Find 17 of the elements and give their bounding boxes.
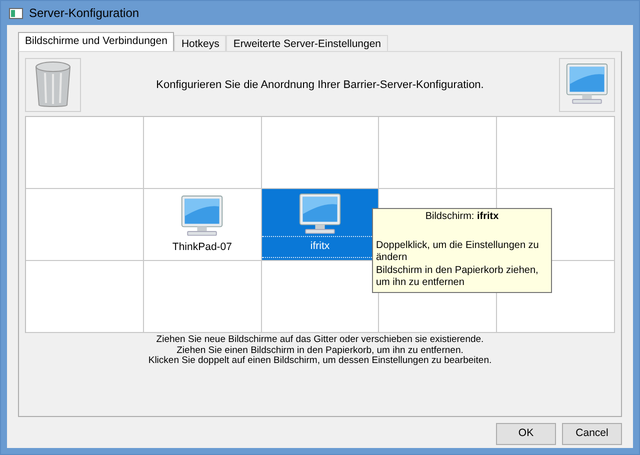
tab[interactable]: Bildschirme und Verbindungen (18, 32, 174, 51)
screen-tile[interactable]: ThinkPad-07 (144, 189, 262, 261)
trash-can-icon (33, 61, 73, 109)
tab[interactable]: Hotkeys (174, 35, 226, 51)
tab[interactable]: Erweiterte Server-Einstellungen (226, 35, 388, 51)
new-screen-button[interactable] (558, 58, 615, 112)
ok-button[interactable]: OK (496, 423, 556, 445)
tooltip-text: Bildschirm in den Papierkorb ziehen, um ihn zu entfernen (376, 264, 540, 290)
header-text: Konfigurieren Sie die Anordnung Ihrer Barrier-Server-Konfiguration. (156, 78, 484, 93)
app-icon (9, 8, 23, 18)
window-title: Server-Konfiguration (29, 5, 140, 22)
tooltip-title: Bildschirm: ifritx (424, 211, 500, 224)
instruction-text: Klicken Sie doppelt auf einen Bildschirm, um dessen Einstellungen zu bearbeiten. (147, 356, 493, 366)
cancel-button[interactable]: Cancel (562, 423, 622, 445)
instruction-text: Ziehen Sie einen Bildschirm in den Papierkorb, um ihn zu entfernen. (176, 346, 464, 356)
instruction-text: Ziehen Sie neue Bildschirme auf das Gitter oder verschieben sie existierende. (155, 335, 485, 346)
trash-button[interactable] (25, 58, 81, 112)
